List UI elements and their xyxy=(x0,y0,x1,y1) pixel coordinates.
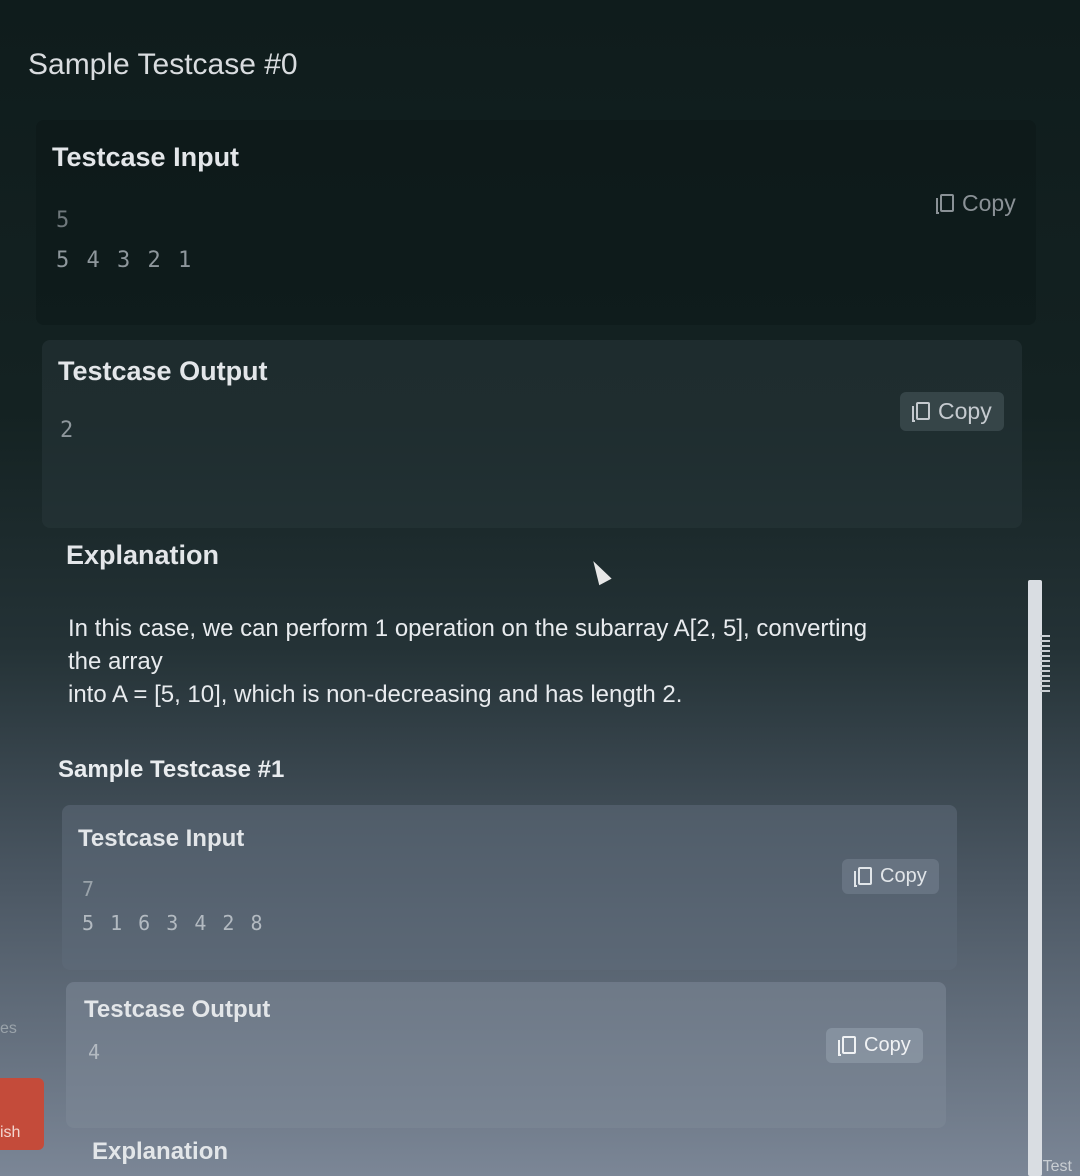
copy-label: Copy xyxy=(938,398,992,424)
scrollbar-grip[interactable] xyxy=(1040,635,1050,695)
copy-button[interactable]: Copy xyxy=(826,1028,923,1063)
explanation-line: the array xyxy=(68,648,163,675)
testcase-panel: Sample Testcase #0 Testcase Input 5 5 4 … xyxy=(0,0,1080,1176)
left-edge-label: es xyxy=(0,1020,17,1037)
explanation-line: In this case, we can perform 1 operation… xyxy=(68,615,868,642)
test-tab-label[interactable]: Test xyxy=(1043,1158,1072,1176)
testcase-input-line: 7 xyxy=(82,877,97,901)
sample-testcase-1-heading: Sample Testcase #1 xyxy=(58,756,285,783)
testcase-output-line: 2 xyxy=(60,418,76,443)
testcase-input-title: Testcase Input xyxy=(52,142,240,172)
copy-icon xyxy=(838,1035,856,1056)
copy-icon xyxy=(854,866,872,887)
explanation-line: into A = [5, 10], which is non-decreasin… xyxy=(68,681,683,708)
copy-label: Copy xyxy=(962,190,1016,216)
copy-icon xyxy=(936,193,954,214)
testcase-input-line: 5 4 3 2 1 xyxy=(56,248,194,273)
sample-testcase-0-heading: Sample Testcase #0 xyxy=(28,48,298,81)
testcase-input-card-1: Testcase Input 7 5 1 6 3 4 2 8 Copy xyxy=(62,805,957,970)
testcase-output-card-1: Testcase Output 4 Copy xyxy=(66,982,946,1128)
copy-label: Copy xyxy=(864,1034,911,1056)
copy-label: Copy xyxy=(880,865,927,887)
left-edge-label: ish xyxy=(0,1124,21,1141)
copy-button[interactable]: Copy xyxy=(924,184,1028,223)
testcase-input-card-0: Testcase Input 5 5 4 3 2 1 Copy xyxy=(36,120,1036,325)
explanation-title: Explanation xyxy=(92,1138,229,1165)
copy-icon xyxy=(912,401,930,422)
mouse-cursor-icon xyxy=(588,557,612,586)
copy-button[interactable]: Copy xyxy=(842,859,939,894)
copy-button[interactable]: Copy xyxy=(900,392,1004,431)
testcase-output-card-0: Testcase Output 2 Copy xyxy=(42,340,1022,528)
testcase-output-title: Testcase Output xyxy=(84,996,271,1023)
testcase-output-title: Testcase Output xyxy=(58,356,268,386)
testcase-input-line: 5 xyxy=(56,208,72,233)
testcase-input-title: Testcase Input xyxy=(78,825,245,852)
testcase-input-line: 5 1 6 3 4 2 8 xyxy=(82,911,265,935)
explanation-title: Explanation xyxy=(66,540,220,570)
testcase-output-line: 4 xyxy=(88,1040,103,1064)
explanation-text: In this case, we can perform 1 operation… xyxy=(68,612,968,711)
